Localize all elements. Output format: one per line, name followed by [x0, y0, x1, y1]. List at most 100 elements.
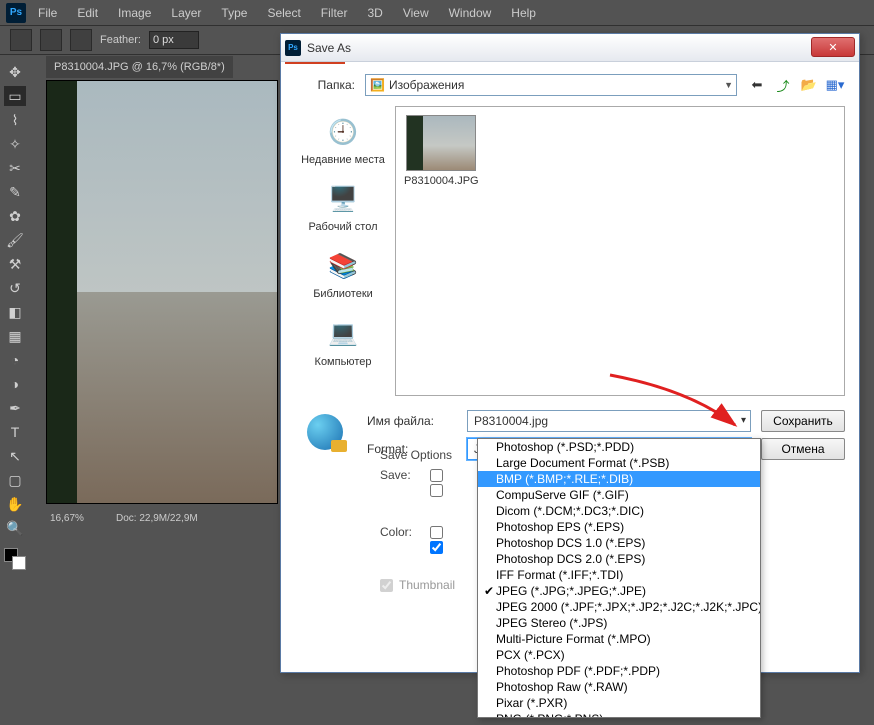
chevron-down-icon[interactable]: ▾: [741, 415, 746, 426]
save-button[interactable]: Сохранить: [761, 410, 845, 432]
place-item[interactable]: 📚 Библиотеки: [295, 246, 391, 311]
format-option[interactable]: Multi-Picture Format (*.MPO): [478, 631, 760, 647]
file-item[interactable]: P8310004.JPG: [404, 115, 479, 187]
menu-bar: Ps FileEditImageLayerTypeSelectFilter3DV…: [0, 0, 874, 25]
eraser-tool-icon[interactable]: ◧: [4, 302, 26, 322]
place-item[interactable]: 💻Компьютер: [295, 314, 391, 379]
places-bar: 🕘 Недавние места 🖥️ Рабочий стол 📚 Библиотеки…: [295, 106, 391, 396]
healing-tool-icon[interactable]: ✿: [4, 206, 26, 226]
format-option[interactable]: Photoshop EPS (*.EPS): [478, 519, 760, 535]
format-option[interactable]: ✔JPEG (*.JPG;*.JPEG;*.JPE): [478, 583, 760, 599]
status-bar: 16,67% Doc: 22,9M/22,9M: [46, 508, 278, 528]
feather-input[interactable]: [149, 31, 199, 49]
thumbnail-chk: [380, 579, 393, 592]
menu-view[interactable]: View: [393, 3, 439, 23]
place-label: Недавние места: [301, 154, 385, 167]
type-tool-icon[interactable]: T: [4, 422, 26, 442]
color-row-label: Color:: [380, 525, 424, 539]
ps-logo-icon: Ps: [6, 3, 26, 23]
document-tab[interactable]: P8310004.JPG @ 16,7% (RGB/8*): [46, 56, 233, 78]
place-icon: 🕘: [326, 116, 360, 150]
filename-input[interactable]: P8310004.jpg ▾: [467, 410, 751, 432]
color-chk-2[interactable]: [430, 541, 443, 554]
format-option[interactable]: CompuServe GIF (*.GIF): [478, 487, 760, 503]
format-dropdown-list[interactable]: Photoshop (*.PSD;*.PDD)Large Document Fo…: [477, 438, 761, 718]
eyedropper-tool-icon[interactable]: ✎: [4, 182, 26, 202]
place-icon: 📚: [326, 250, 360, 284]
menu-3d[interactable]: 3D: [357, 3, 392, 23]
filename-label: Имя файла:: [367, 414, 457, 428]
place-icon: 🖥️: [326, 183, 360, 217]
save-chk-1[interactable]: [430, 469, 443, 482]
history-brush-icon[interactable]: ↺: [4, 278, 26, 298]
blur-tool-icon[interactable]: ◔: [4, 350, 26, 370]
selection-mode-icon-2[interactable]: [70, 29, 92, 51]
marquee-tool-icon[interactable]: ▭: [4, 86, 26, 106]
format-option[interactable]: Photoshop Raw (*.RAW): [478, 679, 760, 695]
color-swatches[interactable]: [4, 548, 26, 570]
menu-type[interactable]: Type: [211, 3, 257, 23]
lasso-tool-icon[interactable]: ⌇: [4, 110, 26, 130]
place-label: Рабочий стол: [308, 221, 377, 234]
menu-select[interactable]: Select: [257, 3, 310, 23]
new-folder-button[interactable]: 📂: [799, 75, 819, 95]
menu-image[interactable]: Image: [108, 3, 161, 23]
place-label: Библиотеки: [313, 288, 373, 301]
pen-tool-icon[interactable]: ✒: [4, 398, 26, 418]
zoom-level[interactable]: 16,67%: [46, 513, 106, 524]
back-button[interactable]: ⬅: [747, 75, 767, 95]
path-select-icon[interactable]: ↖: [4, 446, 26, 466]
save-chk-2[interactable]: [430, 484, 443, 497]
move-tool-icon[interactable]: ✥: [4, 62, 26, 82]
zoom-tool-icon[interactable]: 🔍: [4, 518, 26, 538]
folder-label: Папка:: [295, 78, 355, 92]
format-option[interactable]: Photoshop DCS 1.0 (*.EPS): [478, 535, 760, 551]
view-menu-button[interactable]: ▦▾: [825, 75, 845, 95]
file-list[interactable]: P8310004.JPG: [395, 106, 845, 396]
format-option[interactable]: Photoshop PDF (*.PDF;*.PDP): [478, 663, 760, 679]
chevron-down-icon: ▼: [724, 80, 733, 90]
format-option[interactable]: Large Document Format (*.PSB): [478, 455, 760, 471]
tools-panel: ✥ ▭ ⌇ ✧ ✂ ✎ ✿ 🖌 ⚒ ↺ ◧ ▦ ◔ ◑ ✒ T ↖ ▢ ✋ 🔍: [0, 56, 30, 570]
place-icon: 💻: [326, 318, 360, 352]
place-item[interactable]: 🖥️ Рабочий стол: [295, 179, 391, 244]
wand-tool-icon[interactable]: ✧: [4, 134, 26, 154]
format-option[interactable]: Pixar (*.PXR): [478, 695, 760, 711]
tool-preset-icon[interactable]: [10, 29, 32, 51]
format-option[interactable]: JPEG Stereo (*.JPS): [478, 615, 760, 631]
menu-filter[interactable]: Filter: [311, 3, 358, 23]
format-option[interactable]: Dicom (*.DCM;*.DC3;*.DIC): [478, 503, 760, 519]
up-button[interactable]: ⤴: [773, 75, 793, 95]
folder-combo[interactable]: 🖼️ Изображения ▼: [365, 74, 737, 96]
menu-edit[interactable]: Edit: [67, 3, 108, 23]
format-option[interactable]: PCX (*.PCX): [478, 647, 760, 663]
place-item[interactable]: 🕘 Недавние места: [295, 112, 391, 177]
stamp-tool-icon[interactable]: ⚒: [4, 254, 26, 274]
cancel-button[interactable]: Отмена: [761, 438, 845, 460]
feather-label: Feather:: [100, 34, 141, 46]
menu-layer[interactable]: Layer: [161, 3, 211, 23]
selection-mode-icon[interactable]: [40, 29, 62, 51]
menu-file[interactable]: File: [28, 3, 67, 23]
dodge-tool-icon[interactable]: ◑: [4, 374, 26, 394]
menu-window[interactable]: Window: [439, 3, 502, 23]
hand-tool-icon[interactable]: ✋: [4, 494, 26, 514]
format-option[interactable]: Photoshop (*.PSD;*.PDD): [478, 439, 760, 455]
close-button[interactable]: ✕: [811, 37, 855, 57]
format-option[interactable]: BMP (*.BMP;*.RLE;*.DIB): [478, 471, 760, 487]
brush-tool-icon[interactable]: 🖌: [4, 230, 26, 250]
crop-tool-icon[interactable]: ✂: [4, 158, 26, 178]
document-tab-label: P8310004.JPG @ 16,7% (RGB/8*): [54, 61, 225, 73]
color-chk-1[interactable]: [430, 526, 443, 539]
format-option[interactable]: PNG (*.PNG;*.PNS): [478, 711, 760, 718]
canvas-area: [46, 80, 286, 520]
gradient-tool-icon[interactable]: ▦: [4, 326, 26, 346]
folder-value: Изображения: [389, 78, 464, 92]
format-option[interactable]: JPEG 2000 (*.JPF;*.JPX;*.JP2;*.J2C;*.J2K…: [478, 599, 760, 615]
shape-tool-icon[interactable]: ▢: [4, 470, 26, 490]
format-option[interactable]: IFF Format (*.IFF;*.TDI): [478, 567, 760, 583]
dialog-title-bar[interactable]: Ps Save As ✕: [281, 34, 859, 62]
format-option[interactable]: Photoshop DCS 2.0 (*.EPS): [478, 551, 760, 567]
menu-help[interactable]: Help: [501, 3, 546, 23]
canvas[interactable]: [46, 80, 278, 504]
